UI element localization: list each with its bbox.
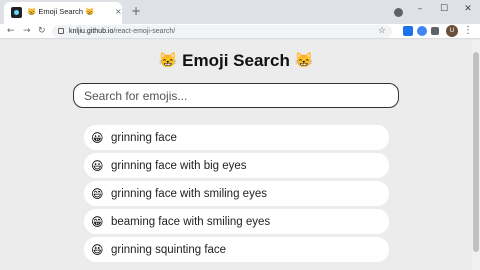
minimize-button[interactable]: – (408, 0, 432, 20)
profile-avatar[interactable]: U (446, 25, 458, 37)
browser-menu-icon[interactable]: ⋮ (463, 24, 473, 37)
extension-icon-1[interactable] (403, 26, 413, 36)
back-button[interactable]: ← (7, 25, 15, 37)
maximize-button[interactable]: ☐ (432, 0, 456, 20)
react-favicon-icon (11, 7, 22, 18)
scrollbar-thumb[interactable] (473, 52, 479, 252)
tab-search-icon[interactable] (394, 8, 403, 17)
search-input[interactable] (84, 87, 384, 104)
browser-tab[interactable]: 😸 Emoji Search 😸 × (4, 2, 122, 24)
result-label: grinning face with smiling eyes (111, 187, 267, 200)
search-box (73, 83, 399, 108)
url-path: /react-emoji-search/ (113, 28, 176, 35)
emoji-result-item[interactable]: 😀 grinning face (84, 125, 389, 150)
result-label: beaming face with smiling eyes (111, 215, 271, 228)
result-label: grinning face with big eyes (111, 159, 247, 172)
reload-button[interactable]: ↻ (38, 25, 46, 37)
page-viewport: 😸 Emoji Search 😸 😀 grinning face 😃 grinn… (0, 40, 472, 270)
tab-title: 😸 Emoji Search 😸 (27, 7, 95, 16)
tab-close-icon[interactable]: × (115, 6, 122, 18)
result-label: grinning squinting face (111, 243, 227, 256)
result-emoji: 😆 (91, 242, 104, 257)
page-title-text: Emoji Search (182, 51, 290, 70)
close-window-button[interactable]: ✕ (456, 0, 480, 20)
cat-emoji-right: 😸 (294, 52, 314, 69)
page-scrollbar[interactable] (472, 40, 480, 270)
page-title: 😸 Emoji Search 😸 (0, 51, 472, 71)
new-tab-button[interactable]: + (131, 4, 141, 18)
emoji-result-item[interactable]: 😃 grinning face with big eyes (84, 153, 389, 178)
result-emoji: 😄 (91, 186, 104, 201)
forward-button[interactable]: → (23, 25, 31, 37)
puzzle-extensions-icon[interactable] (431, 27, 439, 35)
lock-icon[interactable] (58, 28, 64, 34)
emoji-result-item[interactable]: 😄 grinning face with smiling eyes (84, 181, 389, 206)
emoji-result-item[interactable]: 😁 beaming face with smiling eyes (84, 209, 389, 234)
bookmark-star-icon[interactable]: ☆ (378, 25, 386, 37)
cat-emoji-left: 😸 (158, 52, 178, 69)
result-emoji: 😁 (91, 214, 104, 229)
tab-strip: 😸 Emoji Search 😸 × + – ☐ ✕ (0, 0, 480, 24)
url-text[interactable]: knljiu.github.io/react-emoji-search/ (69, 26, 175, 37)
extension-icon-2[interactable] (417, 26, 427, 36)
result-label: grinning face (111, 131, 177, 144)
emoji-results-list: 😀 grinning face 😃 grinning face with big… (84, 125, 389, 265)
result-emoji: 😀 (91, 130, 104, 145)
url-host: knljiu.github.io (69, 28, 114, 35)
window-controls: – ☐ ✕ (408, 0, 480, 24)
browser-toolbar: ← → ↻ knljiu.github.io/react-emoji-searc… (0, 24, 480, 39)
emoji-result-item[interactable]: 😆 grinning squinting face (84, 237, 389, 262)
result-emoji: 😃 (91, 158, 104, 173)
address-bar[interactable]: knljiu.github.io/react-emoji-search/ ☆ (52, 25, 392, 38)
